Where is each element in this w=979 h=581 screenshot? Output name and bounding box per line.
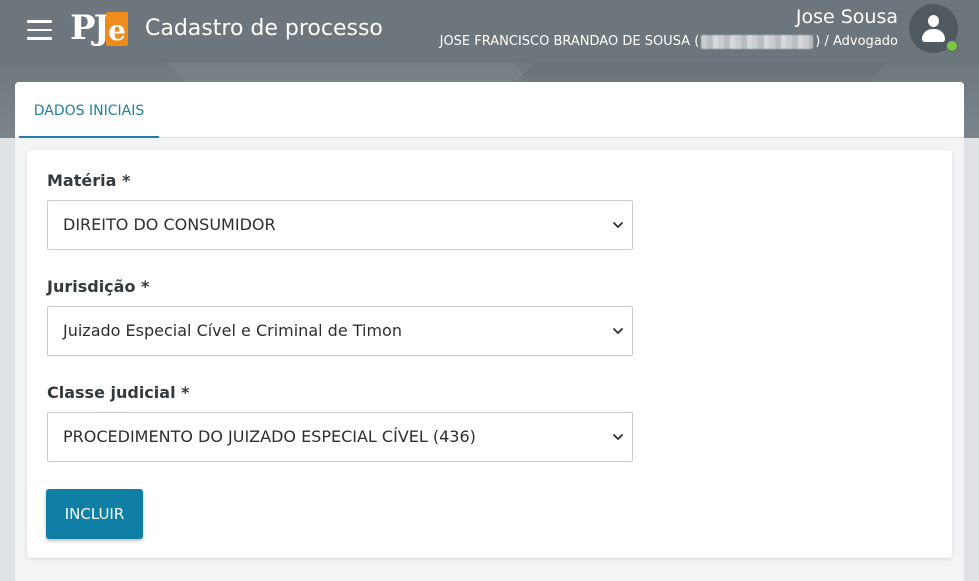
process-form-card: DADOS INICIAIS Matéria * DIREITO DO CONS…	[15, 82, 964, 581]
user-role: ) / Advogado	[815, 34, 898, 49]
user-full-name: JOSE FRANCISCO BRANDAO DE SOUSA (	[439, 34, 700, 49]
chevron-down-icon	[613, 434, 623, 440]
user-detail: JOSE FRANCISCO BRANDAO DE SOUSA ( ) / Ad…	[440, 34, 898, 49]
form-panel: Matéria * DIREITO DO CONSUMIDOR Jurisdiç…	[27, 150, 952, 558]
top-bar: PJ e Cadastro de processo Jose Sousa JOS…	[0, 0, 979, 63]
online-status-icon	[946, 40, 958, 52]
pje-logo[interactable]: PJ e	[70, 8, 128, 48]
jurisdicao-label: Jurisdição *	[47, 277, 150, 296]
incluir-button[interactable]: INCLUIR	[46, 489, 143, 539]
page-title: Cadastro de processo	[145, 16, 383, 41]
user-icon	[928, 15, 939, 27]
tab-bar: DADOS INICIAIS	[15, 82, 964, 138]
materia-label: Matéria *	[47, 171, 131, 190]
tab-dados-iniciais[interactable]: DADOS INICIAIS	[19, 82, 159, 138]
chevron-down-icon	[613, 222, 623, 228]
classe-value: PROCEDIMENTO DO JUIZADO ESPECIAL CÍVEL (…	[63, 427, 476, 446]
jurisdicao-value: Juizado Especial Cível e Criminal de Tim…	[63, 321, 402, 340]
classe-select[interactable]: PROCEDIMENTO DO JUIZADO ESPECIAL CÍVEL (…	[47, 412, 633, 462]
menu-icon[interactable]	[27, 20, 52, 40]
redacted-document-number	[701, 34, 814, 49]
user-avatar[interactable]	[909, 4, 958, 53]
jurisdicao-select[interactable]: Juizado Especial Cível e Criminal de Tim…	[47, 306, 633, 356]
materia-value: DIREITO DO CONSUMIDOR	[63, 215, 276, 234]
chevron-down-icon	[613, 328, 623, 334]
user-name[interactable]: Jose Sousa	[796, 6, 898, 28]
classe-label: Classe judicial *	[47, 383, 190, 402]
materia-select[interactable]: DIREITO DO CONSUMIDOR	[47, 200, 633, 250]
